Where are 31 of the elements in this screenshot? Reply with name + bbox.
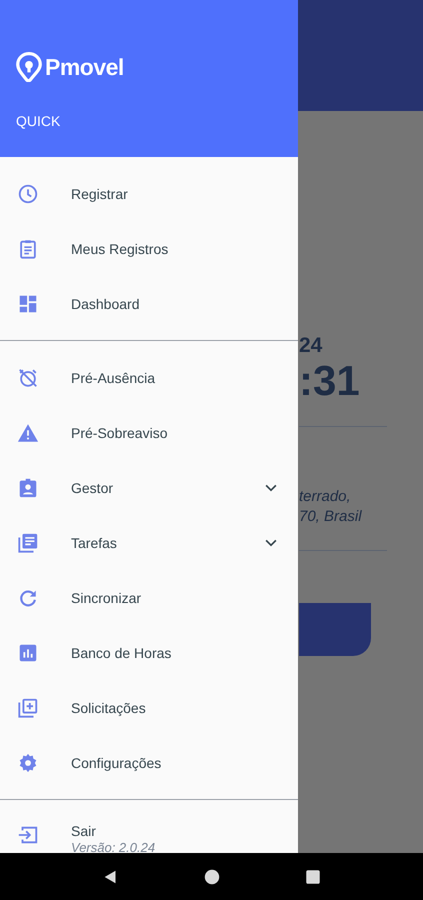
document-stack-icon: [17, 532, 39, 554]
drawer-subtitle: QUICK: [16, 113, 60, 129]
version-text: Versão: 2.0.24: [71, 840, 156, 853]
clock-icon: [17, 182, 39, 204]
alarm-off-icon: [17, 366, 39, 388]
menu-item[interactable]: Banco de Horas: [0, 625, 298, 680]
menu-item[interactable]: Meus Registros: [0, 221, 298, 276]
settings-icon: [17, 752, 39, 774]
clipboard-icon: [17, 238, 39, 260]
menu-item[interactable]: Pré-Ausência: [0, 350, 298, 405]
menu-item[interactable]: Pré-Sobreaviso: [0, 405, 298, 460]
warning-icon: [17, 422, 39, 444]
menu-item[interactable]: Registrar: [0, 166, 298, 221]
time-text: :31: [299, 358, 361, 404]
add-stack-icon: [17, 696, 39, 718]
menu-item[interactable]: Dashboard: [0, 276, 298, 331]
menu-item[interactable]: Tarefas: [0, 515, 298, 570]
address-text: 70, Brasil: [299, 507, 362, 527]
logout-link[interactable]: Sair: [71, 822, 96, 840]
location-pin-icon: [16, 52, 42, 82]
home-icon[interactable]: [202, 868, 220, 886]
brand-name: Pmovel: [45, 54, 124, 80]
menu-item[interactable]: Sincronizar: [0, 570, 298, 625]
date-text: 24: [299, 334, 324, 358]
menu-item[interactable]: Gestor: [0, 460, 298, 515]
menu-item[interactable]: Configurações: [0, 735, 298, 790]
menu-item[interactable]: Solicitações: [0, 680, 298, 735]
recents-icon[interactable]: [304, 868, 322, 886]
address-text: terrado,: [299, 487, 351, 507]
badge-icon: [17, 476, 39, 498]
logout-icon: [17, 824, 39, 846]
